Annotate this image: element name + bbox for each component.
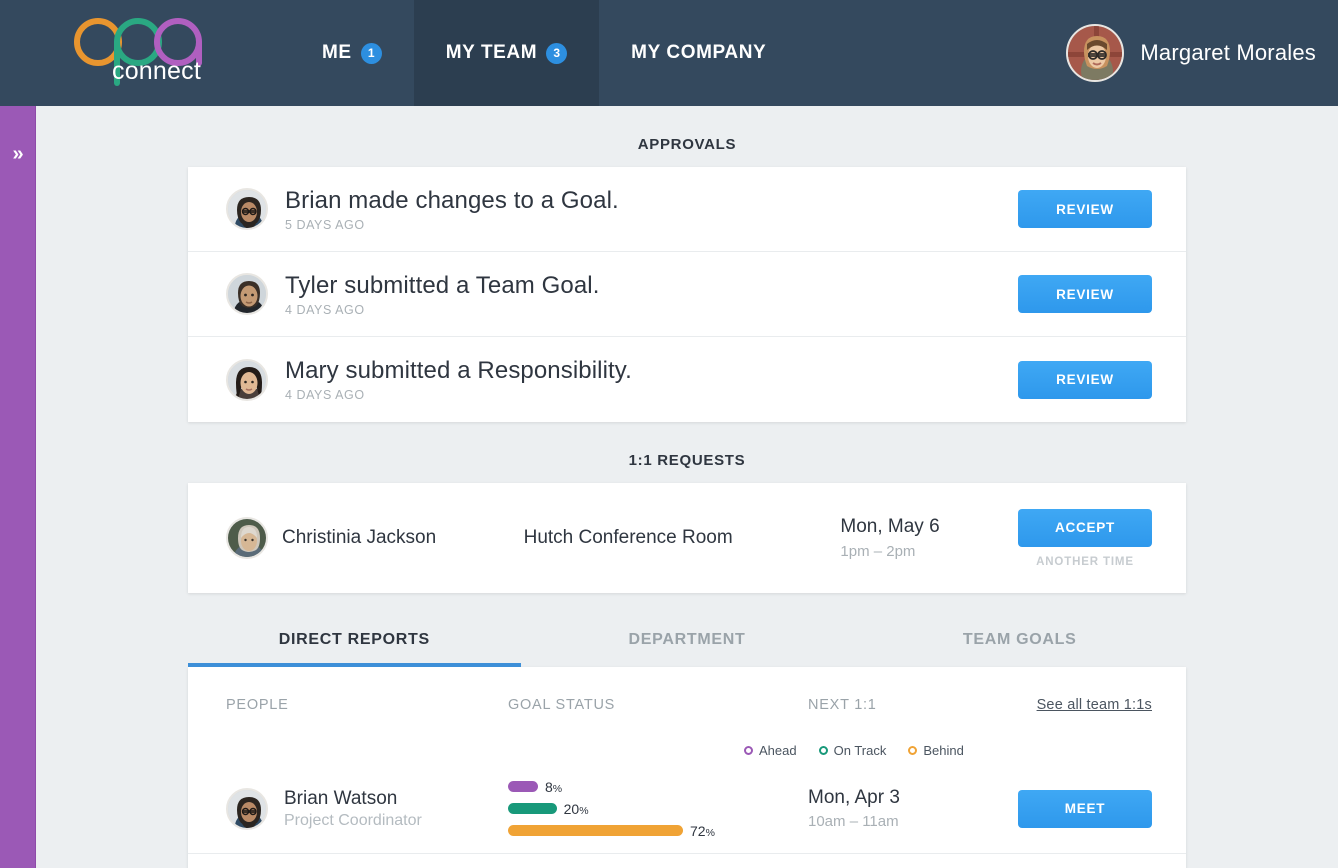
user-menu[interactable]: Margaret Morales: [1066, 0, 1316, 106]
approval-timestamp: 5 DAYS AGO: [285, 217, 365, 232]
circle-icon: [908, 746, 918, 755]
column-header-people: PEOPLE: [226, 697, 289, 713]
avatar: [226, 273, 268, 315]
user-name: Margaret Morales: [1140, 40, 1316, 65]
see-all-team-1-1s-link[interactable]: See all team 1:1s: [1037, 697, 1152, 713]
nav-tabs: ME 1 MY TEAM 3 MY COMPANY: [290, 0, 798, 106]
goal-status-bars: 8% 20% 72%: [508, 779, 808, 839]
avatar: [226, 787, 268, 830]
nav-tab-me-label: ME: [322, 42, 352, 63]
approvals-heading: APPROVALS: [637, 136, 737, 153]
review-button[interactable]: REVIEW: [1018, 275, 1152, 313]
tab-team-goals[interactable]: TEAM GOALS: [853, 631, 1186, 667]
chevron-double-right-icon[interactable]: »: [0, 144, 36, 164]
approval-timestamp: 4 DAYS AGO: [285, 388, 365, 402]
approval-text: Mary submitted a Responsibility.: [285, 357, 632, 384]
table-row: [188, 854, 1186, 868]
main-content: APPROVALS Brian made changes to a Goal. …: [36, 106, 1338, 868]
goal-bar-on-track-value: 20: [563, 800, 580, 817]
avatar: [226, 358, 268, 401]
column-header-goal-status: GOAL STATUS: [508, 697, 616, 713]
table-header: PEOPLE GOAL STATUS NEXT 1:1 See all team…: [188, 667, 1186, 743]
goal-bar-on-track: 20%: [508, 801, 808, 817]
nav-tab-my-team-label: MY TEAM: [445, 42, 538, 63]
review-button[interactable]: REVIEW: [1018, 360, 1152, 399]
legend-label: On Track: [833, 743, 887, 758]
request-date: Mon, May 6: [840, 516, 940, 537]
review-button[interactable]: REVIEW: [1018, 190, 1152, 228]
approval-text: Tyler submitted a Team Goal.: [285, 271, 600, 299]
logo[interactable]: connect: [0, 0, 290, 106]
avatar: [226, 188, 268, 230]
goal-bar-behind-value: 72: [690, 822, 706, 839]
section-tabs: DIRECT REPORTS DEPARTMENT TEAM GOALS: [188, 631, 1186, 667]
next-meeting-time: 10am – 11am: [808, 813, 899, 830]
table-row: Brian Watson Project Coordinator 8% 20% …: [188, 764, 1186, 854]
requests-card: Christinia Jackson Hutch Conference Room…: [188, 483, 1186, 593]
another-time-link[interactable]: ANOTHER TIME: [1036, 556, 1134, 568]
accept-button[interactable]: ACCEPT: [1017, 508, 1152, 547]
goal-bar-ahead: 8%: [508, 779, 808, 795]
nav-tab-me[interactable]: ME 1: [290, 0, 414, 106]
percent-unit: %: [552, 782, 563, 795]
percent-unit: %: [705, 826, 715, 839]
table-row: Tyler submitted a Team Goal. 4 DAYS AGO …: [188, 252, 1186, 337]
goal-status-legend: Ahead On Track Behind: [188, 743, 1186, 764]
circle-icon: [818, 746, 828, 755]
goal-bar-ahead-value: 8: [545, 778, 553, 795]
request-time-range: 1pm – 2pm: [840, 543, 916, 560]
tab-department[interactable]: DEPARTMENT: [521, 631, 854, 667]
nav-tab-my-company[interactable]: MY COMPANY: [599, 0, 798, 106]
nav-tab-me-badge: 1: [360, 42, 382, 64]
approval-timestamp: 4 DAYS AGO: [285, 302, 365, 317]
direct-reports-card: PEOPLE GOAL STATUS NEXT 1:1 See all team…: [188, 667, 1186, 868]
legend-item-ahead: Ahead: [744, 743, 797, 758]
requests-heading: 1:1 REQUESTS: [628, 452, 746, 469]
legend-item-behind: Behind: [908, 743, 964, 758]
table-row: Brian made changes to a Goal. 5 DAYS AGO…: [188, 167, 1186, 252]
nav-tab-my-team-badge: 3: [546, 42, 568, 64]
meet-button[interactable]: MEET: [1018, 789, 1152, 828]
goal-bar-behind: 72%: [508, 823, 808, 839]
request-location: Hutch Conference Room: [523, 527, 733, 548]
percent-unit: %: [579, 804, 589, 817]
table-row: Mary submitted a Responsibility. 4 DAYS …: [188, 337, 1186, 422]
next-meeting-date: Mon, Apr 3: [808, 787, 900, 808]
person-name: Brian Watson: [284, 787, 398, 809]
legend-item-on-track: On Track: [818, 743, 887, 758]
top-navigation-bar: connect ME 1 MY TEAM 3 MY COMPANY Margar…: [0, 0, 1338, 106]
logo-wordmark: connect: [112, 57, 201, 85]
request-person-name: Christinia Jackson: [282, 527, 437, 548]
avatar: [226, 517, 268, 559]
approvals-card: Brian made changes to a Goal. 5 DAYS AGO…: [188, 167, 1186, 422]
column-header-next-1-1: NEXT 1:1: [808, 697, 877, 713]
avatar: [1066, 24, 1125, 82]
approval-text: Brian made changes to a Goal.: [285, 186, 619, 214]
circle-icon: [744, 746, 753, 755]
legend-label: Ahead: [759, 743, 797, 758]
person-role: Project Coordinator: [284, 811, 422, 829]
legend-label: Behind: [923, 743, 964, 758]
nav-tab-my-company-label: MY COMPANY: [631, 42, 767, 63]
tab-direct-reports[interactable]: DIRECT REPORTS: [188, 631, 521, 667]
left-sidebar-rail: »: [0, 106, 36, 868]
nav-tab-my-team[interactable]: MY TEAM 3: [413, 0, 600, 106]
table-row: Christinia Jackson Hutch Conference Room…: [188, 483, 1186, 593]
